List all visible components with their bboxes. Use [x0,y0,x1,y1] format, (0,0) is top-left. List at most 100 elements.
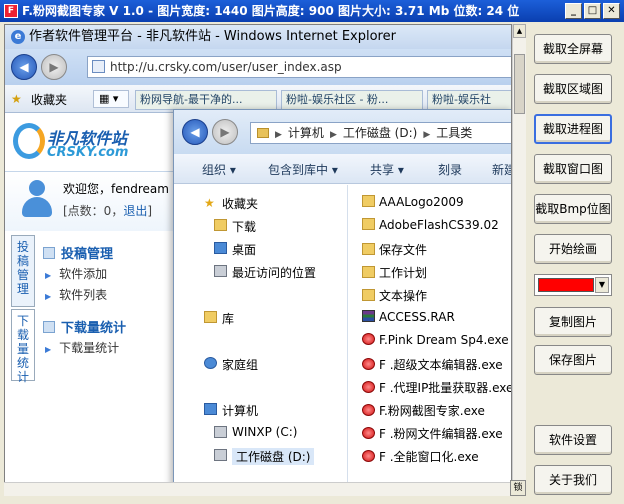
folder-icon [362,243,375,255]
user-avatar-icon [19,180,55,220]
file-list-item[interactable]: AAALogo2009 [362,195,464,209]
file-list-item[interactable]: F.Pink Dream Sp4.exe [362,333,509,347]
nav-favorites[interactable]: ★ 收藏夹 [204,195,258,212]
save-image-button[interactable]: 保存图片 [534,345,612,375]
points-text: [点数：0，退出] [63,202,152,219]
ie-title-bar: e 作者软件管理平台 - 非凡软件站 - Windows Internet Ex… [5,25,511,49]
back-arrow-icon[interactable]: ◀ [11,54,37,80]
about-button[interactable]: 关于我们 [534,465,612,495]
capture-process-button[interactable]: 截取进程图 [534,114,612,144]
rar-icon [362,310,375,322]
fav-tab-2[interactable]: 粉啦-娱乐社区 - 粉... [281,90,423,110]
nav-label: 库 [222,312,235,326]
nav-label: 下载 [232,220,257,234]
recent-places-icon [214,265,227,277]
nav-recent[interactable]: 最近访问的位置 [214,264,317,281]
quick-tabs-icon[interactable]: ▦ ▾ [93,90,129,108]
vtab-submission[interactable]: 投稿管理 [11,235,35,307]
menu-item-add-software[interactable]: ▶ 软件添加 [45,265,107,282]
breadcrumb-item[interactable]: 计算机 [288,126,324,140]
file-name: 工作计划 [379,266,428,280]
file-list-item[interactable]: F .全能窗口化.exe [362,448,479,465]
file-list-item[interactable]: F .超级文本编辑器.exe [362,356,503,373]
nav-downloads[interactable]: 下载 [214,218,257,235]
file-name: ACCESS.RAR [379,310,455,324]
nav-libraries[interactable]: 库 [204,310,235,327]
settings-button[interactable]: 软件设置 [534,425,612,455]
file-name: F .代理IP批量获取器.exe [379,381,512,395]
nav-drive-d[interactable]: 工作磁盘 (D:) [214,448,315,465]
capture-region-button[interactable]: 截取区域图 [534,74,612,104]
folder-icon [257,128,269,138]
folder-icon [362,218,375,230]
color-swatch [538,278,594,292]
user-info-band: 欢迎您，fendream [点数：0，退出] [5,171,175,231]
favorites-star-icon[interactable]: ★ [11,92,22,106]
file-name: AAALogo2009 [379,195,464,209]
forward-arrow-icon[interactable]: ▶ [41,54,67,80]
crsky-logo[interactable]: 非凡软件站 CRSKY.com [13,121,143,165]
menu-item-software-list[interactable]: ▶ 软件列表 [45,286,107,303]
library-icon [204,311,217,323]
breadcrumb-item[interactable]: 工作磁盘 (D:) [343,126,417,140]
nav-label: 最近访问的位置 [232,266,317,280]
address-bar[interactable]: http://u.crsky.com/user/user_index.asp [87,56,511,78]
file-name: F .粉网文件编辑器.exe [379,427,503,441]
close-button[interactable]: ✕ [603,3,620,19]
capture-fullscreen-button[interactable]: 截取全屏幕 [534,34,612,64]
fav-tab-3[interactable]: 粉啦-娱乐社 [427,90,511,110]
nav-desktop[interactable]: 桌面 [214,241,256,258]
desktop-icon [214,242,227,254]
screenshot-preview-canvas[interactable]: e 作者软件管理平台 - 非凡软件站 - Windows Internet Ex… [4,24,512,496]
explorer-toolbar: 组织 ▾ 包含到库中 ▾ 共享 ▾ 刻录 新建 [174,154,511,184]
start-drawing-button[interactable]: 开始绘画 [534,234,612,264]
minimize-button[interactable]: _ [565,3,582,19]
breadcrumb-item[interactable]: 工具类 [436,126,472,140]
share-menu[interactable]: 共享 ▾ [370,161,404,178]
exe-icon [362,404,375,416]
file-name: 保存文件 [379,243,428,257]
chevron-down-icon[interactable]: ▼ [595,277,609,293]
fav-tab-1[interactable]: 粉网导航-最干净的... [135,90,277,110]
exe-icon [362,450,375,462]
new-folder-button[interactable]: 新建 [492,161,511,178]
scroll-up-icon[interactable]: ▲ [513,24,526,38]
nav-label: 家庭组 [222,358,259,372]
nav-homegroup[interactable]: 家庭组 [204,356,259,373]
file-list-item[interactable]: F .代理IP批量获取器.exe [362,379,512,396]
burn-button[interactable]: 刻录 [438,161,462,178]
file-list-item[interactable]: F .粉网文件编辑器.exe [362,425,503,442]
menu-item-download-stats[interactable]: ▶ 下载量统计 [45,339,119,356]
logout-link[interactable]: 退出 [123,204,147,218]
file-list-item[interactable]: AdobeFlashCS39.02 [362,218,499,232]
horizontal-scrollbar[interactable] [4,482,512,496]
capture-bmp-button[interactable]: 截取Bmp位图 [534,194,612,224]
nav-drive-c[interactable]: WINXP (C:) [214,425,297,439]
organize-menu[interactable]: 组织 ▾ [202,161,236,178]
explorer-nav: ◀ ▶ ▶ 计算机 ▶ 工作磁盘 (D:) ▶ 工具类 [174,110,511,154]
nav-computer[interactable]: 计算机 [204,402,258,419]
maximize-button[interactable]: □ [584,3,601,19]
vertical-scrollbar[interactable]: ▲ [512,24,526,482]
section-title-text: 下载量统计 [61,321,127,336]
vtab-download-stats[interactable]: 下载量统计 [11,309,35,384]
file-list-item[interactable]: F.粉网截图专家.exe [362,402,485,419]
file-list-item[interactable]: 保存文件 [362,241,427,258]
lock-corner-button[interactable]: 锁 [510,480,526,496]
copy-image-button[interactable]: 复制图片 [534,307,612,337]
explorer-window: ◀ ▶ ▶ 计算机 ▶ 工作磁盘 (D:) ▶ 工具类 组织 ▾ 包含到库中 ▾ 共享 ▾… [173,109,512,495]
explorer-forward-arrow-icon[interactable]: ▶ [212,119,238,145]
homegroup-icon [204,357,217,369]
points-suffix: ] [147,204,153,218]
file-list-item[interactable]: 文本操作 [362,287,427,304]
explorer-back-arrow-icon[interactable]: ◀ [182,119,208,145]
breadcrumb[interactable]: ▶ 计算机 ▶ 工作磁盘 (D:) ▶ 工具类 [250,122,511,144]
capture-window-button[interactable]: 截取窗口图 [534,154,612,184]
color-picker[interactable]: ▼ [534,274,612,296]
file-list-item[interactable]: 工作计划 [362,264,427,281]
include-library-menu[interactable]: 包含到库中 ▾ [268,161,338,178]
section-submission-title: 投稿管理 [43,243,113,262]
favorites-label[interactable]: 收藏夹 [31,91,67,108]
scroll-thumb[interactable] [514,54,525,114]
file-list-item[interactable]: ACCESS.RAR [362,310,455,324]
